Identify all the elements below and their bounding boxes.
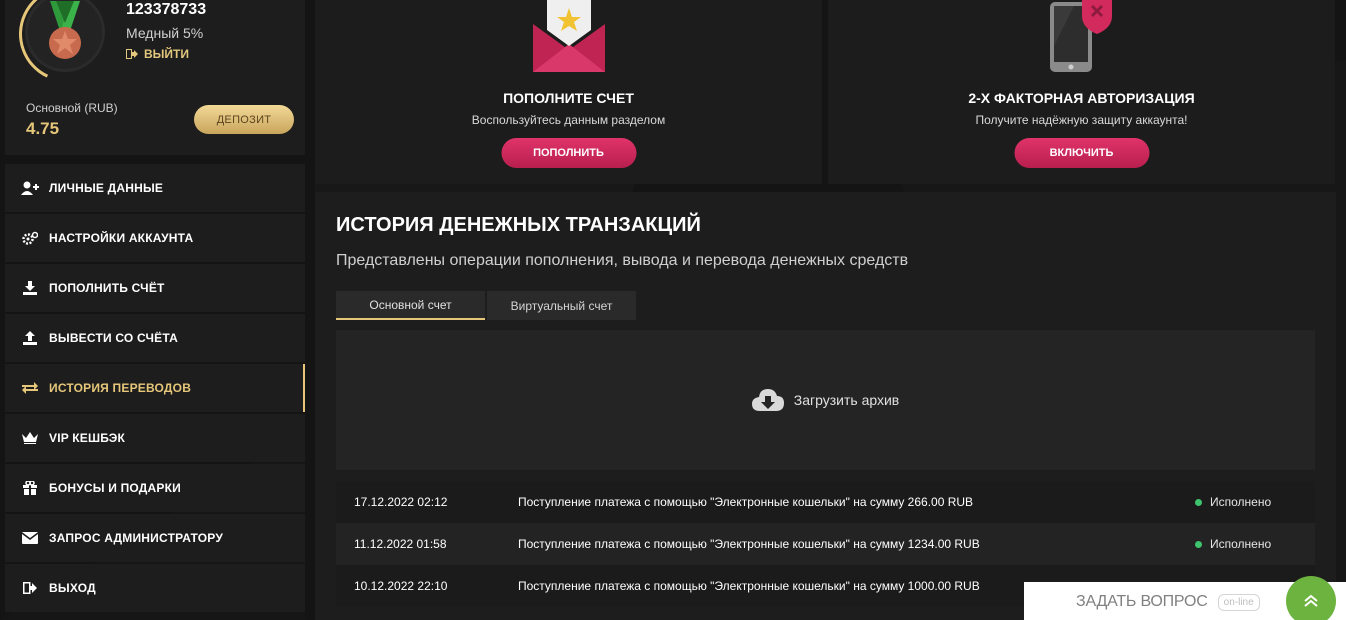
sidebar-item-account-settings[interactable]: НАСТРОЙКИ АККАУНТА [5, 214, 305, 262]
sidebar-item-bonuses[interactable]: БОНУСЫ И ПОДАРКИ [5, 464, 305, 512]
phone-shield-icon [1050, 0, 1112, 72]
sidebar-item-vip-cashback[interactable]: VIP КЕШБЭК [5, 414, 305, 462]
user-add-icon [21, 180, 39, 196]
transfer-icon [21, 380, 39, 396]
online-badge: on-line [1217, 593, 1260, 611]
sidebar-item-label: НАСТРОЙКИ АККАУНТА [49, 231, 194, 245]
history-title: ИСТОРИЯ ДЕНЕЖНЫХ ТРАНЗАКЦИЙ [336, 214, 701, 236]
medal-icon [49, 1, 81, 59]
twofa-enable-button[interactable]: ВКЛЮЧИТЬ [1014, 138, 1149, 168]
twofa-card: 2-Х ФАКТОРНАЯ АВТОРИЗАЦИЯ Получите надёж… [828, 0, 1335, 184]
sidebar-item-label: ВЫВЕСТИ СО СЧЁТА [49, 331, 179, 345]
deposit-card-title: ПОПОЛНИТЕ СЧЕТ [503, 90, 634, 106]
table-row: 11.12.2022 01:58 Поступление платежа с п… [336, 523, 1315, 565]
sidebar-item-label: ВЫХОД [49, 581, 96, 595]
tx-status-label: Исполнено [1210, 495, 1272, 509]
sidebar-item-label: ЛИЧНЫЕ ДАННЫЕ [49, 181, 164, 195]
sidebar-menu: ЛИЧНЫЕ ДАННЫЕ НАСТРОЙКИ АККАУНТА ПОПОЛНИ… [5, 164, 305, 614]
expand-chat-button[interactable] [1286, 576, 1336, 620]
history-description: Представлены операции пополнения, вывода… [336, 252, 909, 269]
status-dot-icon [1195, 540, 1202, 548]
tab-virtual-account[interactable]: Виртуальный счет [487, 291, 636, 320]
deposit-card-button[interactable]: ПОПОЛНИТЬ [501, 138, 636, 168]
logout-label: ВЫЙТИ [144, 47, 189, 61]
sidebar-item-transfer-history[interactable]: ИСТОРИЯ ПЕРЕВОДОВ [5, 364, 305, 412]
deposit-card: ПОПОЛНИТЕ СЧЕТ Воспользуйтесь данным раз… [315, 0, 822, 184]
user-id: 123378733 [126, 1, 207, 18]
balance-label: Основной (RUB) [26, 101, 118, 115]
logout-link[interactable]: ВЫЙТИ [126, 47, 189, 61]
table-row: 17.12.2022 02:12 Поступление платежа с п… [336, 481, 1315, 523]
deposit-card-subtitle: Воспользуйтесь данным разделом [471, 113, 666, 127]
sidebar-item-exit[interactable]: ВЫХОД [5, 564, 305, 612]
sidebar-item-label: VIP КЕШБЭК [49, 431, 126, 445]
download-icon [21, 280, 39, 296]
sidebar-item-label: ИСТОРИЯ ПЕРЕВОДОВ [49, 381, 192, 395]
sidebar-item-label: БОНУСЫ И ПОДАРКИ [49, 481, 181, 495]
cloud-download-icon [751, 389, 784, 411]
download-archive-button[interactable]: Загрузить архив [336, 330, 1315, 470]
logout-icon [126, 49, 138, 59]
sidebar-item-personal-data[interactable]: ЛИЧНЫЕ ДАННЫЕ [5, 164, 305, 212]
upload-icon [21, 330, 39, 346]
sidebar-item-deposit[interactable]: ПОПОЛНИТЬ СЧЁТ [5, 264, 305, 312]
crown-icon [21, 430, 39, 446]
sidebar-item-withdraw[interactable]: ВЫВЕСТИ СО СЧЁТА [5, 314, 305, 362]
profile-card: 123378733 Медный 5% ВЫЙТИ Основной (RUB)… [5, 0, 305, 155]
ask-question-label: ЗАДАТЬ ВОПРОС [1076, 593, 1208, 610]
gift-icon [21, 480, 39, 496]
status-dot-icon [1195, 498, 1202, 506]
tx-status-label: Исполнено [1210, 537, 1272, 551]
download-archive-label: Загрузить архив [793, 392, 900, 408]
tx-date: 10.12.2022 22:10 [354, 579, 448, 593]
tx-description: Поступление платежа с помощью "Электронн… [518, 495, 974, 509]
twofa-card-subtitle: Получите надёжную защиту аккаунта! [975, 113, 1188, 127]
tab-main-account[interactable]: Основной счет [336, 291, 485, 320]
twofa-card-title: 2-Х ФАКТОРНАЯ АВТОРИЗАЦИЯ [968, 90, 1195, 106]
sidebar-item-admin-request[interactable]: ЗАПРОС АДМИНИСТРАТОРУ [5, 514, 305, 562]
tx-status: Исполнено [1195, 495, 1315, 509]
transaction-history-section: ИСТОРИЯ ДЕНЕЖНЫХ ТРАНЗАКЦИЙ Представлены… [315, 192, 1336, 620]
ask-question-widget[interactable]: ЗАДАТЬ ВОПРОС on-line [1024, 576, 1346, 620]
balance-value: 4.75 [26, 119, 60, 138]
tx-status: Исполнено [1195, 537, 1315, 551]
account-tabs: Основной счет Виртуальный счет [336, 291, 636, 320]
chevron-double-up-icon [1304, 594, 1318, 607]
tx-date: 17.12.2022 02:12 [354, 495, 448, 509]
logout-icon [21, 580, 39, 596]
tx-date: 11.12.2022 01:58 [354, 537, 447, 551]
envelope-star-icon [533, 0, 605, 72]
envelope-icon [21, 530, 39, 546]
tx-description: Поступление платежа с помощью "Электронн… [518, 537, 980, 551]
gears-icon [21, 230, 39, 246]
user-level: Медный 5% [126, 25, 204, 41]
sidebar-item-label: ЗАПРОС АДМИНИСТРАТОРУ [49, 531, 223, 545]
sidebar-item-label: ПОПОЛНИТЬ СЧЁТ [49, 281, 165, 295]
deposit-button[interactable]: ДЕПОЗИТ [194, 105, 294, 134]
